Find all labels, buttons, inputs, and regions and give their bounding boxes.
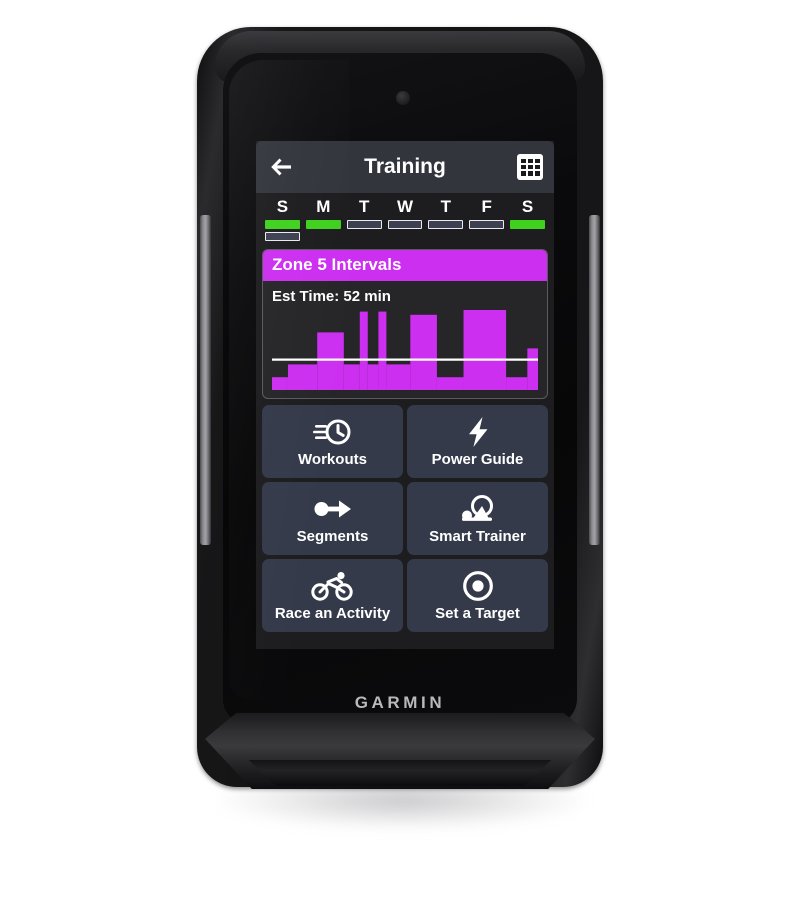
day-bar-empty: [347, 232, 382, 241]
calendar-icon[interactable]: [517, 154, 543, 180]
profile-bar: [386, 364, 411, 390]
side-button-right[interactable]: [589, 215, 600, 545]
profile-bar: [272, 377, 288, 390]
day-letter: T: [358, 197, 370, 216]
profile-bar: [343, 364, 360, 390]
garmin-wordmark: GARMIN: [354, 693, 446, 712]
profile-bar: [436, 377, 464, 390]
profile-bar: [367, 364, 379, 390]
workout-card[interactable]: Zone 5 Intervals Est Time: 52 min: [262, 249, 548, 399]
week-day-row: S M T W T F S: [262, 197, 548, 241]
day-bar-completed: [265, 220, 300, 229]
back-arrow-icon[interactable]: [268, 155, 294, 179]
tile-power-guide[interactable]: Power Guide: [407, 405, 548, 478]
week-day-tuesday[interactable]: T: [344, 197, 385, 241]
week-day-sunday[interactable]: S: [262, 197, 303, 241]
page-title: Training: [364, 155, 446, 178]
week-day-friday[interactable]: F: [466, 197, 507, 241]
tile-label: Power Guide: [431, 451, 524, 468]
profile-bar: [506, 377, 528, 390]
bullseye-target-icon: [462, 569, 494, 603]
day-bar-completed: [305, 220, 341, 229]
device-stage: Training S M T W T F S Zone 5 Intervals …: [0, 0, 800, 900]
profile-bar: [287, 364, 318, 390]
tile-segments[interactable]: Segments: [262, 482, 403, 555]
day-bar-empty: [469, 232, 504, 241]
day-bar-empty: [388, 232, 423, 241]
day-letter: F: [481, 197, 492, 216]
day-letter: T: [440, 197, 452, 216]
tile-set-a-target[interactable]: Set a Target: [407, 559, 548, 632]
week-day-wednesday[interactable]: W: [385, 197, 426, 241]
tile-label: Workouts: [298, 451, 367, 468]
calendar-grid: [520, 158, 540, 176]
profile-bar: [410, 314, 437, 390]
day-bar-planned: [469, 220, 505, 229]
training-tile-grid: Workouts Power Guide Segments Smart Trai…: [262, 405, 548, 632]
workout-card-body: Est Time: 52 min: [263, 281, 547, 398]
day-letter: S: [276, 197, 289, 216]
workout-power-profile-chart: [272, 310, 538, 390]
day-letter: M: [316, 197, 331, 216]
trainer-wheel-icon: [460, 492, 496, 526]
device-screen: Training S M T W T F S Zone 5 Intervals …: [256, 141, 554, 649]
dot-arrow-icon: [313, 492, 353, 526]
tile-workouts[interactable]: Workouts: [262, 405, 403, 478]
workout-title: Zone 5 Intervals: [263, 250, 547, 281]
day-letter: W: [396, 197, 414, 216]
clock-speed-icon: [312, 415, 353, 449]
cyclist-icon: [310, 569, 355, 603]
day-letter: S: [521, 197, 534, 216]
day-bar-empty: [428, 232, 463, 241]
tile-race-an-activity[interactable]: Race an Activity: [262, 559, 403, 632]
week-day-thursday[interactable]: T: [425, 197, 466, 241]
day-bar-empty: [510, 232, 545, 241]
workout-est-time: Est Time: 52 min: [272, 288, 391, 305]
tile-label: Race an Activity: [274, 605, 391, 622]
device-bottom-lip: [248, 760, 552, 786]
day-bar-planned: [387, 220, 423, 229]
week-day-monday[interactable]: M: [303, 197, 344, 241]
tile-label: Smart Trainer: [429, 528, 526, 545]
day-bar-planned: [428, 220, 464, 229]
screen-header: Training: [256, 141, 554, 193]
week-day-saturday[interactable]: S: [507, 197, 548, 241]
ambient-light-sensor-icon: [396, 91, 410, 105]
tile-label: Segments: [296, 528, 369, 545]
day-bar-empty: [306, 232, 341, 241]
profile-bar: [359, 311, 368, 390]
profile-bar: [527, 348, 538, 390]
profile-bar: [463, 310, 507, 390]
day-bar-planned: [265, 232, 300, 241]
day-bar-planned: [346, 220, 382, 229]
day-bar-completed: [510, 220, 546, 229]
profile-bar: [317, 332, 344, 390]
tile-label: Set a Target: [435, 605, 520, 622]
profile-bar: [378, 311, 387, 390]
tile-smart-trainer[interactable]: Smart Trainer: [407, 482, 548, 555]
lightning-bolt-icon: [465, 415, 491, 449]
week-strip: S M T W T F S: [256, 193, 554, 244]
side-button-left[interactable]: [200, 215, 211, 545]
